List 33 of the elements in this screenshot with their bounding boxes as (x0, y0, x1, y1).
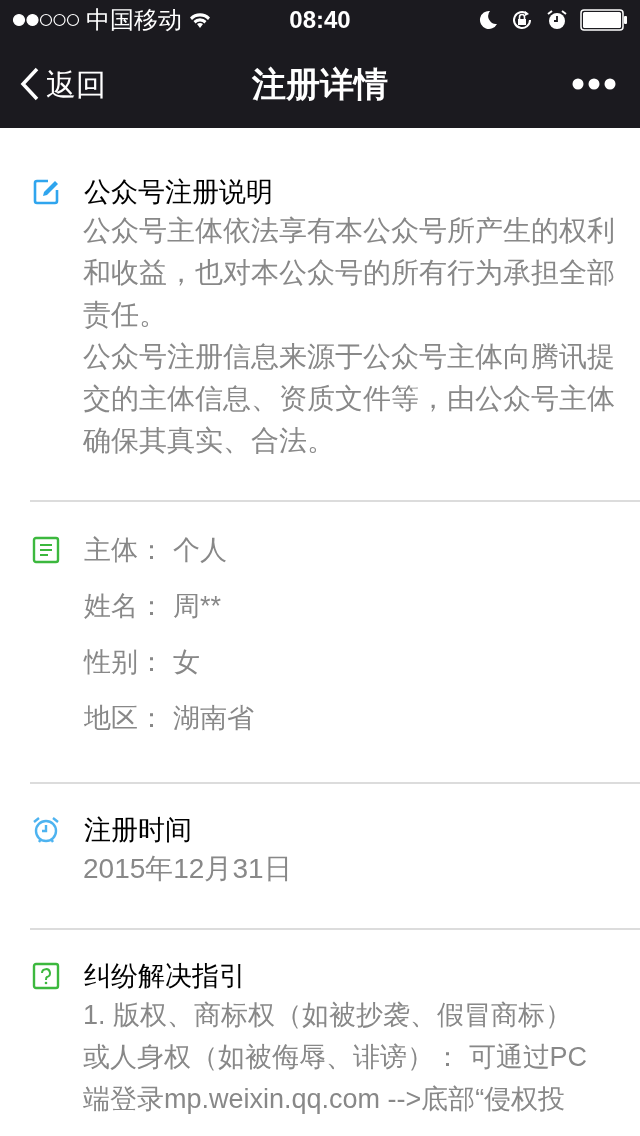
chevron-left-icon (20, 67, 40, 101)
field-label: 性别： (84, 646, 165, 679)
field-label: 地区： (84, 702, 165, 735)
section-title: 纠纷解决指引 (84, 960, 246, 993)
field-label: 主体： (84, 534, 165, 567)
document-icon (32, 536, 60, 564)
section-text: 公众号注册信息来源于公众号主体向腾讯提交的主体信息、资质文件等，由公众号主体确保其真实、合法。 (83, 340, 616, 458)
rotation-lock-icon (510, 8, 534, 32)
field-value: 湖南省 (173, 702, 254, 735)
wifi-icon (188, 11, 212, 29)
alarm-clock-icon (32, 816, 60, 844)
page-title: 注册详情 (252, 63, 388, 105)
text-line: 1. 版权、商标权（如被抄袭、假冒商标） (83, 999, 574, 1032)
text-line: 端登录mp.weixin.qq.com -->底部“侵权投 (83, 1083, 567, 1116)
back-button[interactable]: 返回 (20, 61, 106, 107)
moon-icon (478, 10, 498, 30)
carrier-name: 中国移动 (86, 5, 182, 35)
field-label: 姓名： (84, 590, 165, 623)
section-text: 公众号主体依法享有本公众号所产生的权利和收益，也对本公众号的所有行为承担全部责任。 (83, 214, 616, 332)
battery-icon (580, 9, 628, 31)
clock-time: 08:40 (289, 5, 351, 35)
field-value: 个人 (173, 534, 227, 567)
edit-icon (32, 178, 60, 206)
question-icon (32, 962, 60, 990)
section-title: 公众号注册说明 (84, 176, 273, 209)
alarm-icon (546, 9, 568, 31)
section-text: 2015年12月31日 (83, 852, 293, 886)
field-value: 周** (173, 590, 221, 623)
field-value: 女 (173, 646, 200, 679)
signal-icon (12, 13, 80, 27)
section-title: 注册时间 (84, 814, 192, 847)
more-icon (572, 78, 616, 90)
text-line: 或人身权（如被侮辱、诽谤）： 可通过PC (83, 1041, 588, 1074)
